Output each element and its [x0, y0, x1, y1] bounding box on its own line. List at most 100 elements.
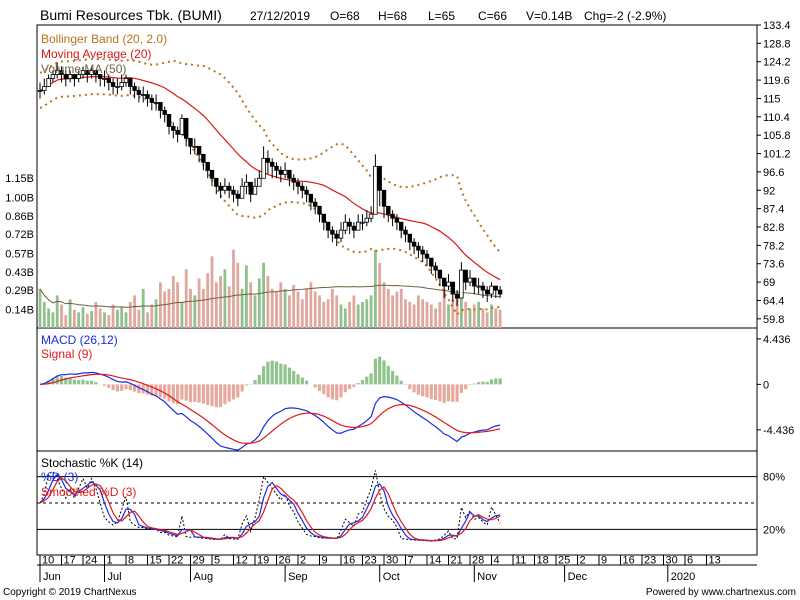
- volume-bar: [77, 312, 81, 328]
- volume-bar: [249, 282, 253, 328]
- volume-bar: [335, 295, 339, 328]
- macd-histogram-bar: [167, 384, 171, 402]
- candle-body: [201, 153, 206, 163]
- volume-bar: [468, 308, 472, 328]
- candle-body: [214, 177, 219, 187]
- volume-bar: [356, 304, 360, 328]
- candle-body: [351, 225, 357, 231]
- volume-bar: [292, 284, 296, 328]
- volume-bar: [313, 291, 317, 328]
- volume-tick-label-5: 0.43B: [5, 267, 34, 279]
- volume-bar: [382, 282, 386, 328]
- macd-histogram-bar: [434, 384, 438, 400]
- legend-moving-average: Moving Average (20): [41, 47, 152, 61]
- macd-histogram-bar: [94, 382, 98, 385]
- volume-bar: [309, 282, 313, 328]
- price-tick-label-8: 96.6: [763, 167, 784, 179]
- volume-bar: [176, 282, 179, 328]
- header-change: Chg=-2 (-2.9%): [584, 9, 667, 23]
- x-day-label-16: 30: [386, 555, 398, 567]
- candle-body: [424, 253, 430, 259]
- candle-body: [46, 78, 51, 87]
- header-close: C=66: [478, 9, 508, 23]
- macd-histogram-bar: [115, 384, 119, 392]
- volume-bar: [116, 309, 119, 328]
- candle-body: [235, 193, 240, 199]
- volume-bar: [447, 304, 450, 328]
- stoch-tick-label-0: 80%: [763, 472, 785, 484]
- volume-bar: [107, 314, 111, 328]
- x-day-label-29: 30: [666, 555, 678, 567]
- candle-body: [403, 229, 408, 235]
- candle-body: [454, 293, 460, 299]
- macd-histogram-bar: [477, 382, 481, 385]
- volume-bar: [253, 295, 257, 328]
- candle-body: [467, 277, 473, 283]
- volume-bar: [64, 314, 68, 328]
- legend-bollinger: Bollinger Band (20, 2.0): [41, 32, 168, 46]
- candle-body: [334, 233, 339, 239]
- volume-bar: [412, 304, 416, 328]
- macd-histogram-bar: [292, 370, 296, 385]
- candle-body: [239, 185, 245, 199]
- volume-bar: [150, 304, 154, 328]
- price-tick-label-7: 101.2: [763, 149, 791, 161]
- x-day-label-26: 9: [601, 555, 607, 567]
- x-day-label-24: 25: [558, 555, 570, 567]
- candle-body: [145, 94, 150, 99]
- volume-bar: [485, 312, 489, 328]
- macd-histogram-bar: [317, 384, 322, 391]
- volume-bar: [163, 291, 167, 328]
- candle-body: [463, 269, 468, 283]
- candle-body: [300, 185, 305, 191]
- volume-tick-label-7: 0.14B: [5, 305, 34, 317]
- macd-histogram-bar: [262, 366, 266, 385]
- candle-body: [493, 285, 498, 291]
- candle-body: [257, 177, 262, 187]
- candle-body: [377, 165, 382, 191]
- legend-stoch-d: %D (3): [41, 470, 79, 484]
- macd-histogram-bar: [72, 379, 76, 385]
- volume-bar: [404, 299, 407, 328]
- macd-histogram-bar: [279, 363, 283, 385]
- volume-bar: [296, 291, 300, 328]
- volume-bar: [477, 301, 480, 328]
- macd-histogram-bar: [85, 380, 89, 385]
- macd-tick-label-0: 4.436: [763, 334, 791, 346]
- volume-bar: [421, 299, 425, 328]
- x-day-label-25: 2: [580, 555, 586, 567]
- candle-body: [166, 114, 172, 127]
- legend-macd: MACD (26,12): [41, 333, 118, 347]
- candle-body: [252, 185, 258, 195]
- volume-bar: [472, 304, 476, 328]
- volume-bar: [429, 304, 433, 328]
- volume-bar: [98, 308, 102, 328]
- macd-histogram-bar: [438, 384, 442, 402]
- macd-histogram-bar: [107, 384, 111, 388]
- volume-bar: [137, 309, 141, 328]
- candle-body: [205, 161, 210, 171]
- macd-histogram-bar: [408, 384, 412, 390]
- candle-body: [394, 217, 400, 223]
- volume-bar: [111, 304, 115, 328]
- candle-body: [343, 221, 348, 231]
- volume-bar: [266, 275, 270, 328]
- x-day-label-13: 9: [322, 555, 328, 567]
- candle-body: [162, 110, 167, 115]
- candle-body: [192, 145, 197, 148]
- volume-bar: [391, 295, 394, 328]
- volume-bar: [408, 301, 412, 328]
- price-tick-label-13: 73.6: [763, 259, 784, 271]
- price-tick-label-3: 119.6: [763, 75, 790, 87]
- candle-body: [330, 229, 335, 235]
- panel-frame-2: [36, 327, 758, 452]
- candle-body: [398, 221, 404, 231]
- volume-bar: [81, 307, 85, 328]
- volume-bar: [197, 278, 201, 328]
- volume-bar: [128, 301, 132, 328]
- volume-bar: [193, 295, 197, 328]
- x-day-label-28: 23: [644, 555, 656, 567]
- candle-body: [175, 129, 180, 135]
- macd-histogram-bar: [373, 358, 377, 385]
- volume-bar: [167, 288, 171, 328]
